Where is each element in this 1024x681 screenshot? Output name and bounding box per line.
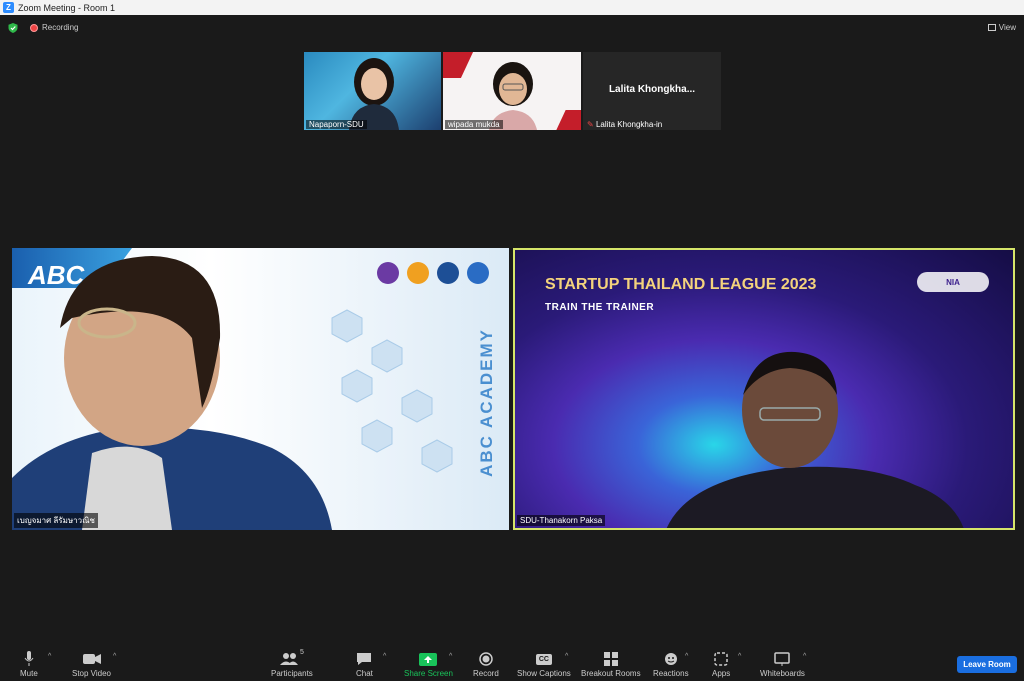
chat-bubble-icon — [356, 649, 372, 669]
window-title: Zoom Meeting - Room 1 — [18, 2, 116, 13]
chat-label: Chat — [356, 669, 373, 678]
breakout-rooms-label: Breakout Rooms — [581, 669, 641, 678]
mute-label: Mute — [20, 669, 38, 678]
video-tile-right-active-speaker[interactable]: STARTUP THAILAND LEAGUE 2023 TRAIN THE T… — [513, 248, 1015, 530]
share-screen-button[interactable]: Share Screen — [404, 649, 453, 678]
backdrop-subtitle: TRAIN THE TRAINER — [545, 302, 655, 313]
smiley-icon — [664, 649, 678, 669]
participant-name: SDU-Thanakorn Paksa — [517, 515, 606, 526]
apps-button[interactable]: Apps — [712, 649, 730, 678]
share-screen-icon — [419, 649, 438, 669]
backdrop-shape — [556, 110, 581, 130]
backdrop-text: ABC ACADEMY — [477, 328, 496, 477]
participant-display-name: Lalita Khongkha... — [608, 84, 696, 95]
participant-video — [12, 256, 332, 530]
whiteboards-button[interactable]: Whiteboards — [760, 649, 805, 678]
meeting-toolbar: Mute ^ Stop Video ^ 5 Participants Chat … — [0, 645, 1024, 681]
microphone-icon — [24, 649, 34, 669]
participant-name: wipada mukda — [445, 120, 503, 129]
breakout-rooms-button[interactable]: Breakout Rooms — [581, 649, 641, 678]
sponsor-logo — [467, 262, 489, 284]
muted-mic-icon: ✎ — [587, 120, 594, 129]
reactions-button[interactable]: Reactions — [653, 649, 689, 678]
participant-name: Napaporn-SDU — [306, 120, 367, 129]
show-captions-button[interactable]: CC Show Captions — [517, 649, 571, 678]
participant-video — [489, 62, 537, 130]
participant-thumbnail[interactable]: Napaporn-SDU — [304, 52, 441, 130]
reactions-options-caret-icon[interactable]: ^ — [685, 653, 688, 660]
participant-thumbnail[interactable]: wipada mukda — [443, 52, 581, 130]
recording-indicator[interactable]: Recording — [30, 23, 78, 32]
window-titlebar: Z Zoom Meeting - Room 1 — [0, 0, 1024, 15]
whiteboards-options-caret-icon[interactable]: ^ — [803, 653, 806, 660]
video-options-caret-icon[interactable]: ^ — [113, 653, 116, 660]
participants-icon: 5 — [279, 649, 304, 669]
backdrop-title: STARTUP THAILAND LEAGUE 2023 — [545, 276, 817, 293]
view-label: View — [998, 23, 1016, 32]
whiteboard-icon — [774, 649, 791, 669]
chat-options-caret-icon[interactable]: ^ — [383, 653, 386, 660]
captions-options-caret-icon[interactable]: ^ — [565, 653, 568, 660]
participant-name-row: ✎ Lalita Khongkha-in — [585, 120, 665, 129]
recording-label: Recording — [42, 23, 79, 32]
security-shield-icon[interactable] — [8, 23, 18, 33]
record-dot-icon — [30, 23, 38, 32]
share-options-caret-icon[interactable]: ^ — [449, 653, 452, 660]
apps-label: Apps — [712, 669, 731, 678]
whiteboards-label: Whiteboards — [760, 669, 805, 678]
record-icon — [479, 649, 493, 669]
leave-room-button[interactable]: Leave Room — [957, 656, 1017, 673]
participants-button[interactable]: 5 Participants — [271, 649, 313, 678]
captions-cc-icon: CC — [535, 649, 552, 669]
video-camera-icon — [82, 649, 101, 669]
participant-thumbnail[interactable]: Lalita Khongkha... ✎ Lalita Khongkha-in — [583, 52, 721, 130]
view-button[interactable]: View — [987, 23, 1016, 32]
share-screen-label: Share Screen — [404, 669, 453, 678]
apps-options-caret-icon[interactable]: ^ — [738, 653, 741, 660]
breakout-rooms-grid-icon — [603, 649, 618, 669]
participants-label: Participants — [271, 669, 313, 678]
stop-video-button[interactable]: Stop Video — [72, 649, 111, 678]
sponsor-logos — [377, 262, 489, 284]
meeting-topbar: Recording View — [0, 15, 1024, 41]
zoom-logo-icon: Z — [3, 2, 14, 13]
participant-name: เบญจมาศ ลีรัมษาวณิช — [14, 513, 98, 528]
sponsor-logo — [377, 262, 399, 284]
mute-options-caret-icon[interactable]: ^ — [48, 653, 51, 660]
stop-video-label: Stop Video — [72, 669, 111, 678]
mute-button[interactable]: Mute — [20, 649, 38, 678]
sponsor-logo — [437, 262, 459, 284]
video-tile-left[interactable]: ABC ABC ACADEMY เบญจมาศ ลีรัมษาวณิช — [12, 248, 509, 530]
participant-video — [349, 58, 399, 130]
view-grid-icon — [987, 24, 996, 31]
record-button[interactable]: Record — [473, 649, 499, 678]
backdrop-shape — [443, 52, 474, 78]
chat-button[interactable]: Chat — [356, 649, 373, 678]
nia-logo: NIA — [917, 272, 989, 292]
participant-video — [666, 351, 964, 528]
record-label: Record — [473, 669, 499, 678]
show-captions-label: Show Captions — [517, 669, 571, 678]
participants-count: 5 — [299, 649, 304, 656]
apps-icon — [714, 649, 728, 669]
participant-name: Lalita Khongkha-in — [595, 120, 663, 129]
reactions-label: Reactions — [653, 669, 689, 678]
sponsor-logo — [407, 262, 429, 284]
